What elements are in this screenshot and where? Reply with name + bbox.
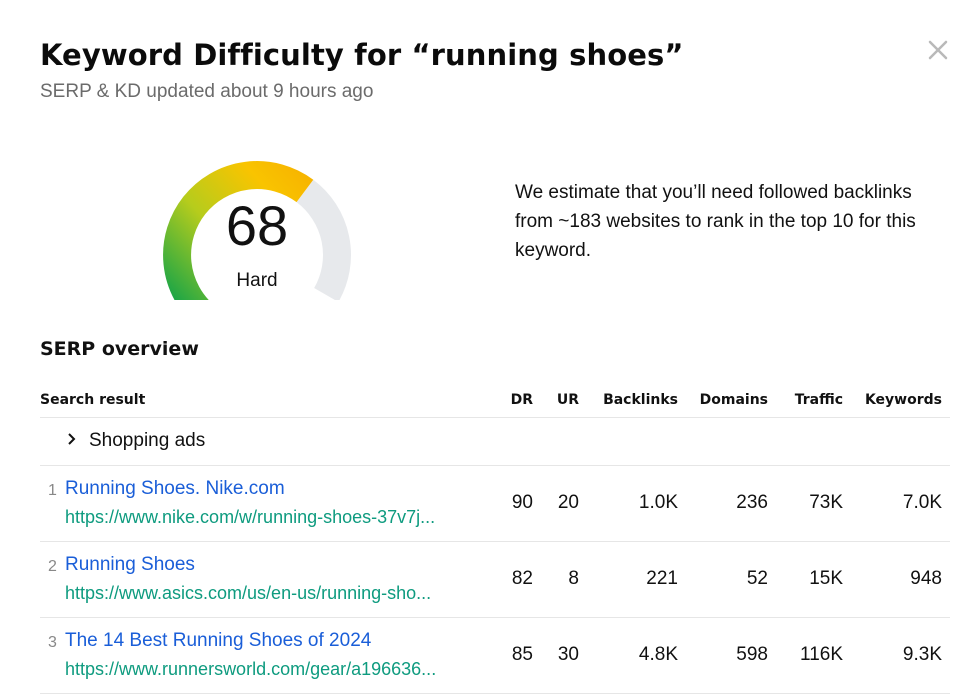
result-url-link[interactable]: https://www.runnersworld.com/gear/a19663… <box>65 659 436 680</box>
page-title: Keyword Difficulty for “running shoes” <box>40 38 684 72</box>
table-row: 2 Running Shoes https://www.asics.com/us… <box>40 542 950 618</box>
kd-gauge: 68 Hard <box>140 140 374 300</box>
cell-backlinks[interactable]: 1.0K <box>639 492 678 514</box>
shopping-ads-row[interactable]: Shopping ads <box>40 418 950 466</box>
backlink-estimate: We estimate that you’ll need followed ba… <box>515 182 916 261</box>
table-row: 3 The 14 Best Running Shoes of 2024 http… <box>40 618 950 694</box>
col-ur[interactable]: UR <box>557 392 579 408</box>
col-search-result[interactable]: Search result <box>40 392 145 408</box>
result-title-link[interactable]: Running Shoes <box>65 554 195 576</box>
update-status: SERP & KD updated about 9 hours ago <box>40 81 374 102</box>
result-position: 3 <box>48 634 57 651</box>
close-icon[interactable] <box>924 36 952 64</box>
cell-domains[interactable]: 598 <box>736 644 768 666</box>
cell-dr: 85 <box>511 644 533 665</box>
col-backlinks[interactable]: Backlinks <box>603 392 678 408</box>
cell-backlinks[interactable]: 4.8K <box>639 644 678 666</box>
result-url-link[interactable]: https://www.nike.com/w/running-shoes-37v… <box>65 507 435 528</box>
cell-dr: 90 <box>511 492 533 513</box>
col-domains[interactable]: Domains <box>700 392 768 408</box>
serp-table: Search result DR UR Backlinks Domains Tr… <box>40 384 950 694</box>
cell-traffic[interactable]: 116K <box>800 644 843 666</box>
cell-ur: 8 <box>568 568 579 589</box>
cell-keywords[interactable]: 948 <box>910 568 942 590</box>
col-dr[interactable]: DR <box>511 392 533 408</box>
cell-ur: 30 <box>557 644 579 665</box>
table-header: Search result DR UR Backlinks Domains Tr… <box>40 384 950 418</box>
kd-score: 68 <box>225 194 289 257</box>
col-traffic[interactable]: Traffic <box>795 392 843 408</box>
cell-domains[interactable]: 236 <box>736 492 768 514</box>
chevron-right-icon <box>66 431 78 452</box>
result-url-link[interactable]: https://www.asics.com/us/en-us/running-s… <box>65 583 431 604</box>
cell-dr: 82 <box>511 568 533 589</box>
col-keywords[interactable]: Keywords <box>865 392 942 408</box>
cell-domains[interactable]: 52 <box>747 568 768 590</box>
kd-difficulty-label: Hard <box>236 270 278 291</box>
result-title-link[interactable]: Running Shoes. Nike.com <box>65 478 285 500</box>
cell-ur: 20 <box>557 492 579 513</box>
table-row: 1 Running Shoes. Nike.com https://www.ni… <box>40 466 950 542</box>
cell-backlinks[interactable]: 221 <box>646 568 678 590</box>
serp-overview-heading: SERP overview <box>40 338 199 360</box>
cell-keywords[interactable]: 7.0K <box>903 492 942 514</box>
result-position: 2 <box>48 558 57 575</box>
cell-keywords[interactable]: 9.3K <box>903 644 942 666</box>
result-title-link[interactable]: The 14 Best Running Shoes of 2024 <box>65 630 371 652</box>
cell-traffic[interactable]: 73K <box>809 492 843 514</box>
shopping-ads-label: Shopping ads <box>89 430 206 451</box>
result-position: 1 <box>48 482 57 499</box>
cell-traffic[interactable]: 15K <box>809 568 843 590</box>
